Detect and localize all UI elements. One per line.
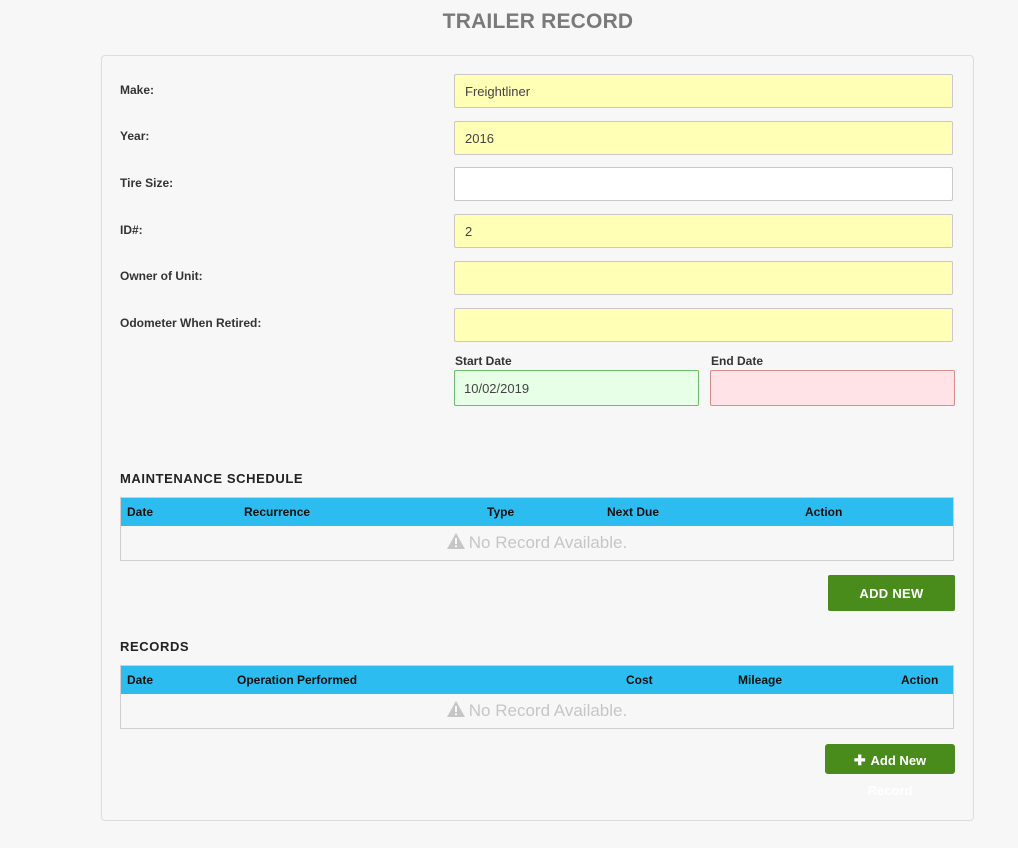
end-date-label: End Date: [711, 354, 764, 368]
maintenance-section-title: MAINTENANCE SCHEDULE: [120, 471, 304, 486]
empty-row: No Record Available.: [121, 526, 953, 560]
tire-size-field[interactable]: [454, 167, 953, 201]
end-date-field[interactable]: [710, 370, 955, 406]
add-new-record-label: Add New Record: [867, 753, 927, 798]
column-header-date[interactable]: Date: [127, 498, 153, 526]
column-header-recurrence[interactable]: Recurrence: [244, 498, 310, 526]
column-header-action[interactable]: Action: [901, 666, 938, 694]
records-table: Date Operation Performed Cost Mileage Ac…: [120, 665, 954, 729]
id-field[interactable]: [454, 214, 953, 248]
start-date-label: Start Date: [455, 354, 512, 368]
make-label: Make:: [120, 83, 155, 97]
add-new-record-button[interactable]: ✚ Add New Record: [825, 744, 955, 798]
odometer-field[interactable]: [454, 308, 953, 342]
plus-icon: ✚: [853, 752, 866, 768]
column-header-action[interactable]: Action: [805, 498, 842, 526]
start-date-field[interactable]: [454, 370, 699, 406]
owner-field[interactable]: [454, 261, 953, 295]
column-header-type[interactable]: Type: [487, 498, 514, 526]
column-header-mileage[interactable]: Mileage: [738, 666, 782, 694]
column-header-date[interactable]: Date: [127, 666, 153, 694]
records-table-header: Date Operation Performed Cost Mileage Ac…: [121, 666, 953, 694]
year-field[interactable]: [454, 121, 953, 155]
owner-label: Owner of Unit:: [120, 269, 203, 283]
empty-message: No Record Available.: [468, 533, 628, 552]
warning-icon: [446, 701, 465, 717]
empty-row: No Record Available.: [121, 694, 953, 728]
maintenance-table-header: Date Recurrence Type Next Due Action: [121, 498, 953, 526]
add-new-button[interactable]: ADD NEW: [828, 575, 955, 611]
trailer-form-card: Make: Year: Tire Size: ID#: Owner of Uni…: [101, 55, 974, 821]
column-header-next-due[interactable]: Next Due: [607, 498, 659, 526]
maintenance-table: Date Recurrence Type Next Due Action No …: [120, 497, 954, 561]
page-title: TRAILER RECORD: [442, 10, 634, 33]
odometer-label: Odometer When Retired:: [120, 316, 262, 330]
year-label: Year:: [120, 129, 150, 143]
tire-size-label: Tire Size:: [120, 176, 174, 190]
column-header-cost[interactable]: Cost: [626, 666, 653, 694]
records-section-title: RECORDS: [120, 639, 190, 654]
column-header-operation-performed[interactable]: Operation Performed: [237, 666, 357, 694]
make-field[interactable]: [454, 74, 953, 108]
id-label: ID#:: [120, 223, 143, 237]
warning-icon: [446, 533, 465, 549]
empty-message: No Record Available.: [468, 701, 628, 720]
